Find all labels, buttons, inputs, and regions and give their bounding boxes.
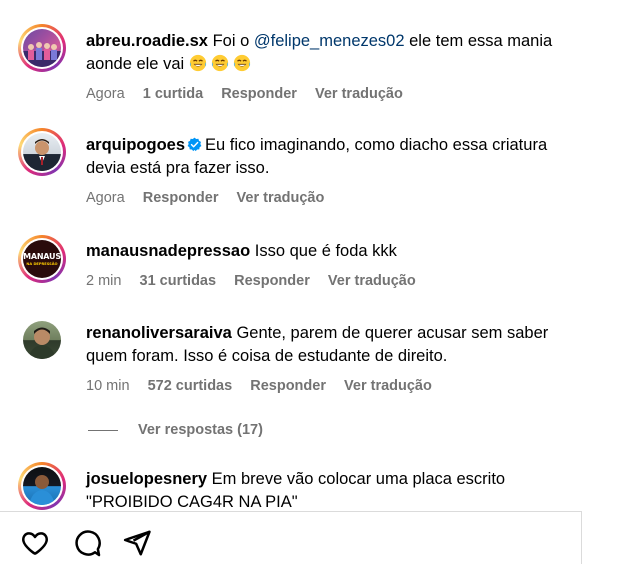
divider	[581, 512, 582, 564]
comment-text: josuelopesnery Em breve vão colocar uma …	[86, 470, 506, 510]
translate-button[interactable]: Ver tradução	[328, 273, 416, 289]
avatar[interactable]	[18, 24, 66, 72]
emoji-group	[189, 54, 255, 73]
comment-time: Agora	[86, 190, 125, 206]
verified-badge-icon	[187, 137, 202, 152]
view-replies-line	[88, 429, 118, 431]
avatar[interactable]: MANAUS NA DEPRESSÃO	[18, 235, 66, 283]
comment-meta: 10 min 572 curtidas Responder Ver traduç…	[86, 378, 446, 394]
comment-username[interactable]: renanoliversaraiva	[86, 324, 232, 342]
comment-meta: Agora Responder Ver tradução	[86, 190, 338, 206]
view-replies-button[interactable]: Ver respostas (17)	[88, 422, 263, 438]
comment-text: manausnadepressao Isso que é foda kkk	[86, 242, 397, 260]
face-with-tears-of-joy-icon	[189, 54, 206, 72]
divider	[0, 511, 582, 512]
reply-button[interactable]: Responder	[143, 190, 219, 206]
comment-icon	[75, 530, 101, 557]
comment-username[interactable]: josuelopesnery	[86, 470, 207, 488]
comment-username[interactable]: arquipogoes	[86, 136, 185, 154]
comments-list: abreu.roadie.sx Foi o @felipe_menezes02 …	[0, 0, 582, 510]
translate-button[interactable]: Ver tradução	[237, 190, 325, 206]
share-button[interactable]	[122, 528, 152, 558]
comment-meta: 2 min 31 curtidas Responder Ver tradução	[86, 273, 430, 289]
comment-username[interactable]: manausnadepressao	[86, 242, 250, 260]
like-button[interactable]	[20, 528, 50, 558]
reply-button[interactable]: Responder	[250, 378, 326, 394]
avatar-logo-text: MANAUS	[23, 252, 61, 261]
likes-count[interactable]: 1 curtida	[143, 86, 203, 102]
avatar[interactable]	[18, 128, 66, 176]
comment-button[interactable]	[72, 528, 102, 558]
comment-meta: Agora 1 curtida Responder Ver tradução	[86, 86, 417, 102]
avatar[interactable]	[18, 316, 66, 364]
reply-button[interactable]: Responder	[221, 86, 297, 102]
share-icon	[123, 530, 151, 556]
comment-text: abreu.roadie.sx Foi o @felipe_menezes02 …	[86, 32, 553, 73]
avatar-logo-subtext: NA DEPRESSÃO	[26, 262, 58, 266]
mention-link[interactable]: @felipe_menezes02	[254, 32, 405, 50]
face-with-tears-of-joy-icon	[211, 54, 228, 72]
comment-time: Agora	[86, 86, 125, 102]
comment-text: renanoliversaraiva Gente, parem de quere…	[86, 324, 549, 365]
heart-icon	[22, 532, 48, 555]
likes-count[interactable]: 31 curtidas	[140, 273, 217, 289]
comment-text: arquipogoes Eu fico imaginando, como diac…	[86, 136, 548, 177]
view-replies-label: Ver respostas (17)	[138, 422, 263, 438]
avatar[interactable]	[18, 462, 66, 510]
translate-button[interactable]: Ver tradução	[315, 86, 403, 102]
comment-username[interactable]: abreu.roadie.sx	[86, 32, 208, 50]
translate-button[interactable]: Ver tradução	[344, 378, 432, 394]
comment-time: 2 min	[86, 273, 122, 289]
face-with-tears-of-joy-icon	[233, 54, 250, 72]
likes-count[interactable]: 572 curtidas	[148, 378, 233, 394]
reply-button[interactable]: Responder	[234, 273, 310, 289]
comment-time: 10 min	[86, 378, 130, 394]
